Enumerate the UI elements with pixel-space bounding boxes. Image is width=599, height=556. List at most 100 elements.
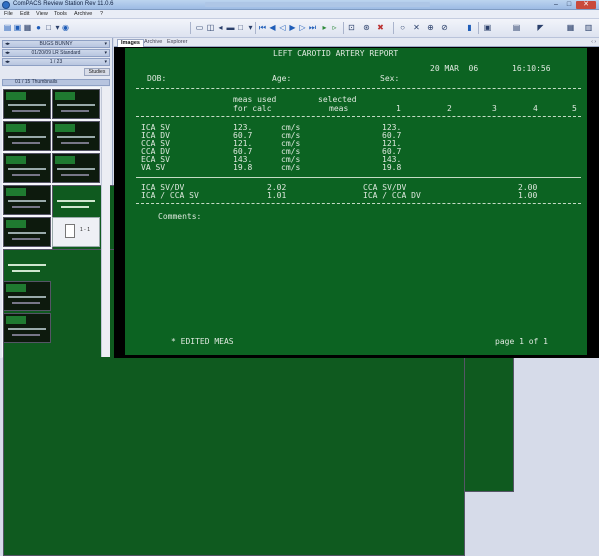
report-date: 20 MAR 06 — [430, 64, 479, 73]
minus-icon[interactable]: ▬ — [226, 23, 235, 32]
more-chevron-icon[interactable]: ▾ — [246, 23, 255, 32]
zoom-icon[interactable]: ⊕ — [426, 23, 435, 32]
thumbnail-document[interactable]: 1 - 1 — [52, 217, 100, 247]
col-number: 1 — [396, 104, 401, 113]
window-icon[interactable]: □ — [44, 23, 53, 32]
toolbar: ▤ ▣ ▦ ● □ ▾ ◉ ▭ ◫ ◂ ▬ □ ▾ ⏮ ◀ ◁ ▶ ▷ ⏭ ▸ … — [0, 19, 599, 38]
save-icon[interactable]: ▣ — [13, 23, 22, 32]
menu-help[interactable]: ? — [100, 11, 103, 17]
col-number: 4 — [533, 104, 538, 113]
report-time: 16:10:56 — [512, 64, 551, 73]
print-icon[interactable]: ▦ — [23, 23, 32, 32]
tab-images[interactable]: Images — [117, 39, 144, 47]
export-icon[interactable]: ▦ — [566, 23, 575, 32]
tab-scroll-arrows[interactable]: ‹ › — [591, 39, 596, 45]
record-icon[interactable]: ● — [34, 23, 43, 32]
dob-label: DOB: — [147, 74, 167, 83]
study-panel: ◂▸ BUGS BUNNY ▾ ◂▸ 01/20/09 LR Standard … — [0, 38, 514, 556]
measure-icon[interactable]: ◤ — [536, 23, 545, 32]
meas-selected: 19.8 — [382, 163, 402, 172]
layout-icon[interactable]: ▭ — [195, 23, 204, 32]
menu-edit[interactable]: Edit — [20, 11, 29, 17]
cross-icon[interactable]: ✕ — [412, 23, 421, 32]
comments-label: Comments: — [158, 212, 202, 221]
sex-label: Sex: — [380, 74, 400, 83]
arrow-left-icon[interactable]: ◂▸ — [5, 50, 10, 56]
thumbnails-header: 01 / 15 Thumbnails — [2, 79, 110, 86]
step-forward-icon[interactable]: ▷ — [298, 23, 307, 32]
play-icon[interactable]: ▶ — [288, 23, 297, 32]
step-back-icon[interactable]: ◁ — [278, 23, 287, 32]
skip-back-icon[interactable]: ⏮ — [258, 23, 267, 32]
menu-view[interactable]: View — [36, 11, 48, 17]
thumbnail[interactable] — [3, 281, 51, 311]
thumbnail[interactable] — [3, 185, 51, 215]
arrow-left-icon[interactable]: ◂▸ — [5, 41, 10, 47]
thumbnail[interactable] — [3, 121, 51, 151]
study-row[interactable]: ◂▸ 01/20/09 LR Standard ▾ — [2, 49, 110, 57]
settings-icon[interactable]: ⊛ — [362, 23, 371, 32]
meas-name: VA SV — [141, 163, 166, 172]
col-number: 5 — [572, 104, 577, 113]
cine-options-icon[interactable]: ▹ — [330, 23, 339, 32]
col-meas-used: meas used — [233, 95, 277, 104]
thumbnail[interactable] — [3, 153, 51, 183]
shape-icon[interactable]: ○ — [398, 23, 407, 32]
col-selected: selected — [318, 95, 357, 104]
series-row[interactable]: ◂▸ 1 / 23 ▾ — [2, 58, 110, 66]
tab-explorer[interactable]: Explorer — [164, 39, 190, 47]
close-button[interactable]: ✕ — [576, 1, 596, 9]
cine-icon[interactable]: ▸ — [320, 23, 329, 32]
thumbnail-grid: 1 - 1 — [2, 87, 514, 556]
window-title: ComPACS Review Station Rev 11.0.6 — [13, 1, 114, 7]
thumbnail[interactable] — [3, 89, 51, 119]
window-title-extension — [205, 2, 430, 7]
arrow-left-icon[interactable]: ◂ — [216, 23, 225, 32]
tab-archive[interactable]: Archive — [141, 39, 165, 47]
series-counter: 1 / 23 — [49, 59, 63, 65]
arrow-left-icon[interactable]: ◂▸ — [5, 59, 10, 65]
studies-button[interactable]: Studies — [84, 68, 110, 76]
thumbnail[interactable] — [52, 121, 100, 151]
film-icon[interactable]: ▤ — [512, 23, 521, 32]
thumbnail[interactable] — [3, 313, 51, 343]
thumbnail[interactable] — [52, 153, 100, 183]
globe-icon[interactable]: ◉ — [61, 23, 70, 32]
minimize-button[interactable]: – — [550, 1, 562, 9]
study-date: 01/20/09 LR Standard — [31, 50, 81, 56]
title-bar: ComPACS Review Station Rev 11.0.6 – □ ✕ — [0, 0, 599, 10]
study-menu-icon[interactable]: ▾ — [104, 50, 107, 56]
flag-icon[interactable]: ✖ — [376, 23, 385, 32]
info-icon[interactable]: ▮ — [465, 23, 474, 32]
menu-file[interactable]: File — [4, 11, 13, 17]
ratio-name: ICA / CCA SV — [141, 191, 199, 200]
thumbnail[interactable] — [3, 217, 51, 247]
patient-name: BUGS BUNNY — [39, 41, 73, 47]
col-meas: meas — [329, 104, 349, 113]
view-tabs: Images Archive Explorer ‹ › — [114, 38, 599, 47]
grid-icon[interactable]: □ — [236, 23, 245, 32]
menu-tools[interactable]: Tools — [54, 11, 67, 17]
ratio-value: 1.00 — [518, 191, 538, 200]
annotate-icon[interactable]: ⊘ — [440, 23, 449, 32]
series-menu-icon[interactable]: ▾ — [104, 59, 107, 65]
patient-row[interactable]: ◂▸ BUGS BUNNY ▾ — [2, 40, 110, 48]
rewind-icon[interactable]: ◀ — [268, 23, 277, 32]
filter-icon[interactable]: ⊡ — [347, 23, 356, 32]
skip-forward-icon[interactable]: ⏭ — [308, 23, 317, 32]
meas-value: 19.8 — [233, 163, 253, 172]
ratio-value: 1.01 — [267, 191, 287, 200]
monitor-icon[interactable]: ▣ — [483, 23, 492, 32]
exit-icon[interactable]: ▥ — [584, 23, 593, 32]
menu-archive[interactable]: Archive — [74, 11, 92, 17]
maximize-button[interactable]: □ — [563, 1, 575, 9]
thumbnail[interactable] — [52, 89, 100, 119]
meas-unit: cm/s — [281, 163, 301, 172]
col-number: 2 — [447, 104, 452, 113]
report-title: LEFT CAROTID ARTERY REPORT — [273, 49, 399, 58]
patient-menu-icon[interactable]: ▾ — [104, 41, 107, 47]
col-number: 3 — [492, 104, 497, 113]
split-icon[interactable]: ◫ — [206, 23, 215, 32]
open-icon[interactable]: ▤ — [3, 23, 12, 32]
thumbnail-scrollbar[interactable] — [101, 87, 110, 357]
